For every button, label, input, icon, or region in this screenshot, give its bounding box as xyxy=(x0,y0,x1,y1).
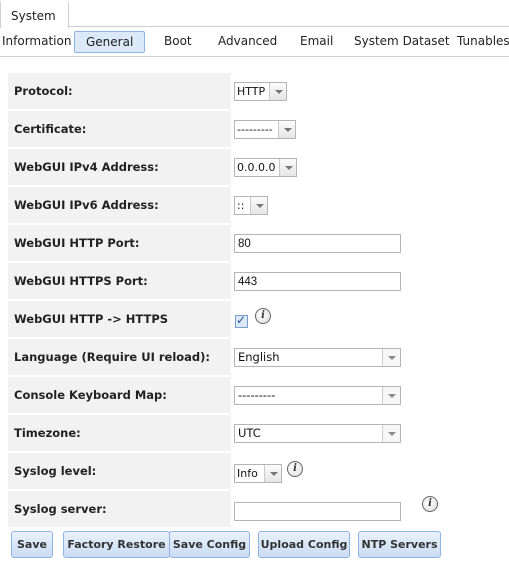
chevron-down-icon[interactable] xyxy=(279,159,296,176)
http-port-label: WebGUI HTTP Port: xyxy=(8,225,231,261)
form-row-ipv4: WebGUI IPv4 Address: 0.0.0.0 xyxy=(8,148,401,186)
keyboard-map-label: Console Keyboard Map: xyxy=(8,377,231,413)
https-port-input[interactable] xyxy=(234,272,401,291)
form-row-redirect: WebGUI HTTP -> HTTPS Redirect: i xyxy=(8,300,401,362)
info-icon[interactable]: i xyxy=(422,496,438,512)
protocol-label: Protocol: xyxy=(8,73,231,109)
tab-system-dataset[interactable]: System Dataset xyxy=(354,31,450,53)
form-row-protocol: Protocol: HTTP xyxy=(8,72,401,110)
form-row-language: Language (Require UI reload): English xyxy=(8,338,401,376)
redirect-label: WebGUI HTTP -> HTTPS Redirect: xyxy=(8,301,231,362)
keyboard-map-value: --------- xyxy=(238,388,276,402)
ipv6-select[interactable]: :: xyxy=(234,196,268,215)
tab-email[interactable]: Email xyxy=(300,31,333,53)
form-row-keyboard-map: Console Keyboard Map: --------- xyxy=(8,376,401,414)
upload-config-button[interactable]: Upload Config xyxy=(258,531,350,558)
tab-tunables[interactable]: Tunables xyxy=(457,31,509,53)
http-port-input[interactable] xyxy=(234,234,401,253)
protocol-select[interactable]: HTTP xyxy=(234,82,287,101)
certificate-select[interactable]: --------- xyxy=(234,120,296,139)
redirect-checkbox[interactable] xyxy=(235,313,248,328)
language-label: Language (Require UI reload): xyxy=(8,339,231,375)
timezone-value: UTC xyxy=(238,426,261,440)
language-select[interactable]: English xyxy=(234,348,401,367)
tab-boot[interactable]: Boot xyxy=(164,31,192,53)
tab-general[interactable]: General xyxy=(74,31,146,53)
ipv6-value: :: xyxy=(237,199,245,212)
syslog-server-label: Syslog server: xyxy=(8,491,231,527)
factory-restore-button[interactable]: Factory Restore xyxy=(63,531,170,558)
sub-tab-bar: Information General Boot Advanced Email … xyxy=(0,28,509,57)
form-row-syslog-server: Syslog server: xyxy=(8,490,401,528)
ipv4-select[interactable]: 0.0.0.0 xyxy=(234,158,297,177)
top-tab-bar: System xyxy=(0,0,509,28)
https-port-label: WebGUI HTTPS Port: xyxy=(8,263,231,299)
tab-system[interactable]: System xyxy=(0,0,69,28)
keyboard-map-select[interactable]: --------- xyxy=(234,386,401,405)
chevron-down-icon[interactable] xyxy=(250,197,267,214)
ipv6-label: WebGUI IPv6 Address: xyxy=(8,187,231,223)
certificate-value: --------- xyxy=(237,123,273,136)
syslog-level-value: Info xyxy=(237,467,258,480)
syslog-level-select[interactable]: Info xyxy=(234,464,282,483)
chevron-down-icon[interactable] xyxy=(382,387,400,404)
chevron-down-icon[interactable] xyxy=(278,121,295,138)
form-row-timezone: Timezone: UTC xyxy=(8,414,401,452)
info-icon[interactable]: i xyxy=(255,308,271,324)
tab-advanced[interactable]: Advanced xyxy=(218,31,277,53)
certificate-label: Certificate: xyxy=(8,111,231,147)
form-row-certificate: Certificate: --------- xyxy=(8,110,401,148)
general-settings-form: Protocol: HTTP Certificate: --------- We… xyxy=(8,72,401,528)
syslog-level-label: Syslog level: xyxy=(8,453,231,489)
ntp-servers-button[interactable]: NTP Servers xyxy=(358,531,441,558)
chevron-down-icon[interactable] xyxy=(382,349,400,366)
tab-information[interactable]: Information xyxy=(2,31,71,53)
info-icon[interactable]: i xyxy=(287,461,303,477)
timezone-select[interactable]: UTC xyxy=(234,424,401,443)
language-value: English xyxy=(238,350,280,364)
form-row-syslog-level: Syslog level: Info i xyxy=(8,452,401,490)
form-row-ipv6: WebGUI IPv6 Address: :: xyxy=(8,186,401,224)
save-config-button[interactable]: Save Config xyxy=(169,531,250,558)
protocol-value: HTTP xyxy=(237,85,266,98)
form-row-http-port: WebGUI HTTP Port: xyxy=(8,224,401,262)
chevron-down-icon[interactable] xyxy=(269,83,286,100)
ipv4-value: 0.0.0.0 xyxy=(237,161,276,174)
save-button[interactable]: Save xyxy=(11,531,53,558)
syslog-server-input[interactable] xyxy=(234,502,401,521)
timezone-label: Timezone: xyxy=(8,415,231,451)
ipv4-label: WebGUI IPv4 Address: xyxy=(8,149,231,185)
chevron-down-icon[interactable] xyxy=(264,465,281,482)
chevron-down-icon[interactable] xyxy=(382,425,400,442)
form-row-https-port: WebGUI HTTPS Port: xyxy=(8,262,401,300)
